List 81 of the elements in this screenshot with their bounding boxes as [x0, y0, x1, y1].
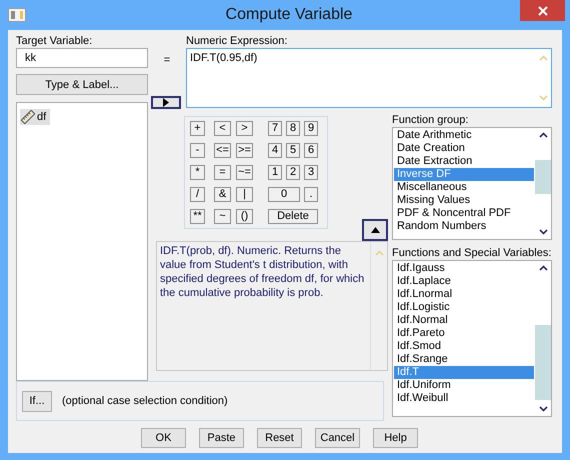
close-button[interactable] [520, 0, 565, 21]
variable-item[interactable]: df [20, 109, 50, 125]
dialog-button[interactable]: OK [141, 428, 186, 448]
right-triangle-icon [163, 98, 169, 107]
function-group-item[interactable]: Miscellaneous [394, 181, 534, 194]
function-item[interactable]: Idf.Srange [394, 353, 534, 366]
function-group-item[interactable]: Missing Values [394, 194, 534, 207]
keypad-key[interactable]: 5 [286, 143, 300, 158]
target-variable-label: Target Variable: [16, 34, 94, 48]
close-icon [538, 6, 548, 16]
dialog-button[interactable]: Help [373, 428, 418, 448]
keypad-key[interactable]: () [236, 209, 253, 224]
keypad-key[interactable]: - [190, 143, 205, 158]
if-condition-text: (optional case selection condition) [62, 395, 228, 407]
function-item[interactable]: Idf.Normal [394, 314, 534, 327]
keypad-key[interactable]: 6 [304, 143, 318, 158]
keypad-key[interactable]: ~ [214, 209, 231, 224]
keypad-key[interactable]: 8 [286, 121, 300, 136]
scroll-down-icon [538, 406, 548, 412]
keypad-key[interactable]: * [190, 165, 205, 180]
numeric-expression-label: Numeric Expression: [186, 35, 288, 47]
keypad-key[interactable]: > [236, 121, 253, 136]
keypad-key[interactable]: | [236, 187, 253, 202]
function-item[interactable]: Idf.Weibull [394, 392, 534, 405]
keypad-key[interactable]: Delete [268, 209, 318, 224]
keypad-key[interactable]: 3 [304, 165, 318, 180]
keypad-key[interactable]: <= [214, 143, 231, 158]
numeric-expression-field[interactable]: IDF.T(0.95,df) [186, 48, 552, 108]
keypad-key[interactable]: = [214, 165, 231, 180]
function-item[interactable]: Idf.Laplace [394, 275, 534, 288]
keypad-key[interactable]: 2 [286, 165, 300, 180]
keypad-key[interactable]: ** [190, 209, 205, 224]
scroll-up-icon [374, 250, 384, 256]
function-group-item[interactable]: Random Numbers [394, 220, 534, 233]
function-group-item[interactable]: PDF & Noncentral PDF [394, 207, 534, 220]
scroll-up-icon [538, 265, 548, 271]
if-button[interactable]: If... [22, 390, 52, 412]
dialog-button[interactable]: Paste [199, 428, 244, 448]
scrollbar-thumb[interactable] [535, 160, 551, 194]
keypad-key[interactable]: 4 [268, 143, 282, 158]
function-item[interactable]: Idf.Lnormal [394, 288, 534, 301]
window-icon [8, 8, 26, 22]
functions-label: Functions and Special Variables: [392, 246, 552, 260]
description-text: IDF.T(prob, df). Numeric. Returns the value from Student's t distribution, with specified degrees of freedom df, for which the cumulative probability is prob. [159, 244, 366, 301]
scroll-down-icon [538, 95, 548, 101]
target-variable-field[interactable]: kk [16, 48, 148, 68]
function-item[interactable]: Idf.Uniform [394, 379, 534, 392]
function-item[interactable]: Idf.Smod [394, 340, 534, 353]
window-title: Compute Variable [226, 6, 354, 24]
keypad-key[interactable]: >= [236, 143, 253, 158]
expression-text: IDF.T(0.95,df) [189, 51, 258, 66]
function-item[interactable]: Idf.Pareto [394, 327, 534, 340]
keypad-key[interactable]: + [190, 121, 205, 136]
ruler-icon [21, 110, 35, 124]
keypad-key[interactable]: / [190, 187, 205, 202]
scrollbar-thumb[interactable] [535, 325, 551, 400]
dialog-button[interactable]: Cancel [315, 428, 360, 448]
scroll-up-icon [538, 132, 548, 138]
keypad-key[interactable]: 7 [268, 121, 282, 136]
keypad-key[interactable]: 0 [268, 187, 300, 202]
dialog-button[interactable]: Reset [257, 428, 302, 448]
function-group-item[interactable]: Date Arithmetic [394, 129, 534, 142]
equals-sign: = [164, 54, 170, 66]
function-group-item[interactable]: Date Creation [394, 142, 534, 155]
function-group-item[interactable]: Date Extraction [394, 155, 534, 168]
keypad-key[interactable]: < [214, 121, 231, 136]
move-button[interactable] [151, 96, 181, 109]
function-item[interactable]: Idf.Igauss [394, 262, 534, 275]
keypad-key[interactable]: 1 [268, 165, 282, 180]
keypad-key[interactable]: . [304, 187, 318, 202]
up-triangle-icon [370, 227, 380, 233]
scroll-up-icon [538, 55, 548, 61]
keypad-key[interactable]: 9 [304, 121, 318, 136]
keypad-key[interactable]: & [214, 187, 231, 202]
variable-name: df [37, 111, 46, 123]
type-label-button[interactable]: Type & Label... [16, 74, 148, 95]
keypad-key[interactable]: ~= [236, 165, 253, 180]
scroll-down-icon [538, 229, 548, 235]
function-group-label: Function group: [392, 113, 470, 127]
move-up-button[interactable] [362, 219, 388, 241]
function-item[interactable]: Idf.Logistic [394, 301, 534, 314]
